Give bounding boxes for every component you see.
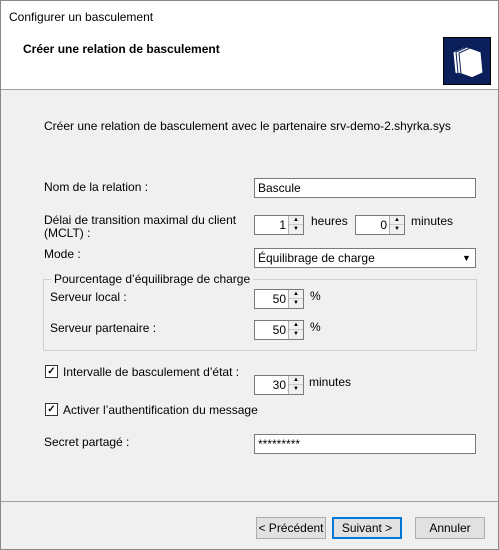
increment-arrow-icon[interactable]: ▲ bbox=[289, 321, 303, 330]
shared-secret-input[interactable] bbox=[255, 435, 475, 453]
wizard-header: Créer une relation de basculement bbox=[1, 31, 498, 90]
shared-secret-field[interactable] bbox=[254, 434, 476, 454]
partner-server-value: 50 bbox=[272, 323, 286, 337]
mclt-minutes-arrows: ▲ ▼ bbox=[389, 216, 404, 234]
increment-arrow-icon[interactable]: ▲ bbox=[289, 290, 303, 299]
state-switchover-value: 30 bbox=[272, 378, 286, 392]
mclt-minutes-value: 0 bbox=[380, 218, 387, 232]
decrement-arrow-icon[interactable]: ▼ bbox=[289, 330, 303, 339]
back-button[interactable]: < Précédent bbox=[256, 517, 326, 539]
increment-arrow-icon[interactable]: ▲ bbox=[289, 376, 303, 385]
mclt-label-line1: Délai de transition maximal du client bbox=[44, 213, 237, 227]
relation-name-field[interactable] bbox=[254, 178, 476, 198]
state-switchover-arrows: ▲ ▼ bbox=[288, 376, 303, 394]
relation-name-input[interactable] bbox=[255, 179, 475, 197]
state-switchover-unit: minutes bbox=[309, 375, 352, 389]
mclt-hours-label: heures bbox=[311, 214, 348, 228]
wizard-window: Configurer un basculement Créer une rela… bbox=[0, 0, 499, 550]
local-server-label: Serveur local : bbox=[50, 290, 127, 304]
decrement-arrow-icon[interactable]: ▼ bbox=[289, 299, 303, 308]
title-bar: Configurer un basculement bbox=[1, 1, 498, 31]
auth-label: Activer l’authentification du message bbox=[63, 403, 258, 417]
mode-label: Mode : bbox=[44, 247, 81, 261]
increment-arrow-icon[interactable]: ▲ bbox=[390, 216, 404, 225]
partner-server-arrows: ▲ ▼ bbox=[288, 321, 303, 339]
mclt-minutes-label: minutes bbox=[411, 214, 454, 228]
load-balance-group-title: Pourcentage d’équilibrage de charge bbox=[51, 272, 254, 286]
checkmark-icon: ✓ bbox=[47, 366, 56, 377]
partner-server-unit: % bbox=[310, 320, 321, 334]
page-title: Créer une relation de basculement bbox=[23, 42, 220, 56]
state-switchover-checkbox[interactable]: ✓ bbox=[45, 365, 58, 378]
relation-name-label: Nom de la relation : bbox=[44, 180, 149, 194]
local-server-arrows: ▲ ▼ bbox=[288, 290, 303, 308]
next-button[interactable]: Suivant > bbox=[332, 517, 402, 539]
intro-text: Créer une relation de basculement avec l… bbox=[44, 119, 451, 133]
mode-selected-value: Équilibrage de charge bbox=[258, 251, 375, 265]
auth-checkbox[interactable]: ✓ bbox=[45, 403, 58, 416]
mclt-minutes-stepper[interactable]: 0 ▲ ▼ bbox=[355, 215, 405, 235]
state-switchover-stepper[interactable]: 30 ▲ ▼ bbox=[254, 375, 304, 395]
footer-divider bbox=[1, 501, 498, 502]
partner-server-stepper[interactable]: 50 ▲ ▼ bbox=[254, 320, 304, 340]
mclt-hours-value: 1 bbox=[279, 218, 286, 232]
decrement-arrow-icon[interactable]: ▼ bbox=[289, 385, 303, 394]
window-title: Configurer un basculement bbox=[9, 10, 154, 24]
decrement-arrow-icon[interactable]: ▼ bbox=[289, 225, 303, 234]
partner-server-label: Serveur partenaire : bbox=[50, 321, 157, 335]
local-server-value: 50 bbox=[272, 292, 286, 306]
increment-arrow-icon[interactable]: ▲ bbox=[289, 216, 303, 225]
local-server-unit: % bbox=[310, 289, 321, 303]
cancel-button[interactable]: Annuler bbox=[415, 517, 485, 539]
folders-icon bbox=[443, 37, 491, 85]
decrement-arrow-icon[interactable]: ▼ bbox=[390, 225, 404, 234]
checkmark-icon: ✓ bbox=[47, 404, 56, 415]
mode-select[interactable]: Équilibrage de charge ▼ bbox=[254, 248, 476, 268]
shared-secret-label: Secret partagé : bbox=[44, 435, 130, 449]
mclt-hours-stepper[interactable]: 1 ▲ ▼ bbox=[254, 215, 304, 235]
local-server-stepper[interactable]: 50 ▲ ▼ bbox=[254, 289, 304, 309]
chevron-down-icon[interactable]: ▼ bbox=[458, 249, 475, 267]
state-switchover-label: Intervalle de basculement d’état : bbox=[63, 365, 240, 379]
mclt-hours-arrows: ▲ ▼ bbox=[288, 216, 303, 234]
mclt-label-line2: (MCLT) : bbox=[44, 226, 91, 240]
